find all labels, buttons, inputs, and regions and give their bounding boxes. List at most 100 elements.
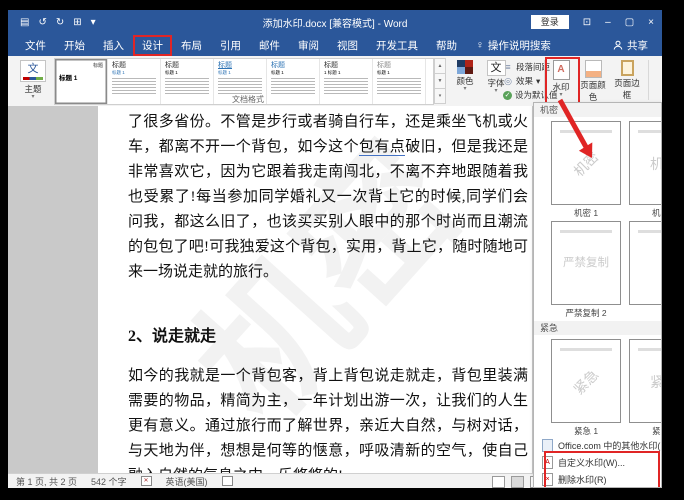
style-card-sub: 标题 1 bbox=[271, 70, 284, 75]
watermark-thumb-jimi2[interactable]: 机密 bbox=[629, 121, 661, 205]
sign-in-button[interactable]: 登录 bbox=[530, 15, 569, 29]
colors-icon bbox=[457, 60, 473, 74]
save-icon[interactable]: ▤ bbox=[20, 17, 29, 28]
thumb-watermark-text: 机密 bbox=[630, 154, 661, 174]
word-window: ▤ ↺ ↻ ⊞ ▾ 添加水印.docx [兼容模式] - Word 登录 ⊡ –… bbox=[8, 10, 662, 488]
lightbulb-icon: ♀ bbox=[476, 39, 484, 51]
minimize-icon[interactable]: – bbox=[605, 17, 611, 28]
tab-developer[interactable]: 开发工具 bbox=[367, 35, 427, 56]
watermark-thumb-jinji2[interactable]: 紧急 bbox=[629, 339, 661, 423]
ribbon-display-options-icon[interactable]: ⊡ bbox=[583, 17, 591, 28]
paragraph-2: 如今的我就是一个背包客，背上背包说走就走，背包里装满 需要的物品，精简为主，一年… bbox=[128, 364, 528, 473]
watermark-menu: Office.com 中的其他水印(M) A 自定义水印(W)... × 删除水… bbox=[534, 437, 661, 487]
title-bar-right: 登录 ⊡ – ▢ × bbox=[530, 15, 654, 29]
chevron-down-icon: ▾ bbox=[31, 94, 35, 100]
watermark-thumb-jimi1[interactable]: 机密 bbox=[551, 121, 621, 205]
watermark-thumb-cut[interactable] bbox=[629, 221, 661, 305]
text-line: 了很多省份。不管是步行或者骑自行车，还是乘坐飞机或火 bbox=[128, 114, 528, 130]
tab-file[interactable]: 文件 bbox=[16, 35, 55, 56]
page-borders-button[interactable]: 页面边框 bbox=[611, 60, 643, 101]
text-line: 问我，都这么旧了，也该买买别人眼中的那个时尚而且潮流 bbox=[128, 214, 528, 230]
print-layout-icon[interactable] bbox=[511, 476, 524, 488]
close-icon[interactable]: × bbox=[648, 17, 654, 28]
custom-watermark-icon: A bbox=[542, 456, 553, 469]
menu-item-remove-watermark[interactable]: × 删除水印(R) bbox=[534, 471, 661, 487]
style-card-sub: 标题 1 bbox=[165, 70, 178, 75]
themes-icon: 文 bbox=[20, 60, 46, 82]
thumb-label: 紧急 1 bbox=[573, 426, 599, 436]
undo-icon[interactable]: ↺ bbox=[38, 17, 46, 28]
thumb-watermark-text: 严禁复制 bbox=[563, 257, 609, 269]
style-card-sub: 标题 1 bbox=[59, 75, 78, 82]
watermark-thumb-jinji1[interactable]: 紧急 bbox=[551, 339, 621, 423]
document-text: 了很多省份。不管是步行或者骑自行车，还是乘坐飞机或火 车，都离不开一个背包，如今… bbox=[128, 110, 528, 473]
menu-item-label: 删除水印(R) bbox=[558, 475, 607, 485]
proofing-icon[interactable]: ✕ bbox=[140, 476, 152, 486]
maximize-icon[interactable]: ▢ bbox=[625, 17, 634, 28]
text-line: 车，都离不开一个背包，如今这个包有点破旧，但是我还是 bbox=[128, 139, 528, 156]
remove-watermark-icon: × bbox=[542, 473, 553, 486]
style-card[interactable]: 标题 标题 1 bbox=[373, 59, 426, 104]
gallery-more-icon[interactable]: ▾ bbox=[434, 89, 446, 104]
underlined-text: 包有点 bbox=[358, 139, 406, 156]
text-line: 的包包了吧!可我独爱这个背包，实用，背上它，随时随地可 bbox=[128, 239, 528, 255]
tab-help[interactable]: 帮助 bbox=[427, 35, 466, 56]
thumb-preview-line bbox=[638, 230, 661, 233]
style-card-title: 标题 bbox=[218, 62, 232, 69]
tab-view[interactable]: 视图 bbox=[328, 35, 367, 56]
thumb-label: 机密 2 bbox=[651, 208, 661, 218]
customize-qat-icon[interactable]: ▾ bbox=[91, 17, 96, 28]
page-color-icon bbox=[584, 60, 602, 78]
gallery-scroll-down-icon[interactable]: ▼ bbox=[434, 74, 446, 89]
text-line: 也受累了!每当参加同学婚礼又一次背上它的时候,同学们会 bbox=[128, 189, 528, 205]
thumb-label: 紧急 2 bbox=[651, 426, 661, 436]
page-color-button[interactable]: 页面颜色 ▾ bbox=[577, 60, 609, 108]
page-indicator[interactable]: 第 1 页, 共 2 页 bbox=[16, 475, 77, 488]
touch-mode-icon[interactable]: ⊞ bbox=[73, 17, 81, 28]
menu-item-custom-watermark[interactable]: A 自定义水印(W)... bbox=[534, 454, 661, 471]
watermark-icon: A bbox=[552, 60, 570, 80]
page-borders-label: 页面边框 bbox=[614, 78, 640, 100]
text-line: 来一场说走就的旅行。 bbox=[128, 264, 279, 280]
group-divider bbox=[544, 60, 545, 100]
watermark-button[interactable]: A 水印 ▾ bbox=[549, 60, 573, 98]
menu-item-more-watermarks[interactable]: Office.com 中的其他水印(M) bbox=[534, 437, 661, 454]
style-card-title: 标题 bbox=[165, 62, 179, 69]
gallery-scroll-up-icon[interactable]: ▲ bbox=[434, 58, 446, 74]
style-card-title: 标题 bbox=[271, 62, 285, 69]
read-mode-icon[interactable] bbox=[492, 476, 505, 488]
effects-label: 效果 bbox=[516, 76, 534, 86]
quick-access-toolbar: ▤ ↺ ↻ ⊞ ▾ bbox=[20, 17, 96, 28]
text-line: 需要的物品，精简为主，一年计划出游一次，让我们的人生 bbox=[128, 393, 528, 409]
gallery-scrollbar: ▲ ▼ ▾ bbox=[434, 58, 446, 104]
tab-layout[interactable]: 布局 bbox=[172, 35, 211, 56]
tab-home[interactable]: 开始 bbox=[55, 35, 94, 56]
watermark-thumb-nocopy2[interactable]: 严禁复制 bbox=[551, 221, 621, 305]
style-card-title: 标题 bbox=[377, 62, 391, 69]
tell-me-search[interactable]: ♀ 操作说明搜索 bbox=[470, 35, 557, 56]
themes-button[interactable]: 文 主题 ▾ bbox=[14, 60, 52, 100]
macro-record-icon[interactable] bbox=[221, 476, 233, 486]
style-card-current[interactable]: 标题 标题 1 bbox=[55, 59, 108, 104]
style-card-sub: 1 标题 1 bbox=[324, 70, 341, 75]
thumb-preview-line bbox=[638, 348, 661, 351]
thumb-watermark-text: 紧急 bbox=[571, 367, 603, 399]
effects-icon: ◎ bbox=[504, 75, 512, 86]
language-indicator[interactable]: 英语(美国) bbox=[166, 475, 208, 488]
paragraph-spacing-icon: ≡ bbox=[505, 62, 511, 72]
style-card-title: 标题 bbox=[324, 62, 338, 69]
tab-insert[interactable]: 插入 bbox=[94, 35, 133, 56]
redo-icon[interactable]: ↻ bbox=[56, 17, 64, 28]
tab-design[interactable]: 设计 bbox=[133, 35, 172, 56]
thumb-watermark-text: 机密 bbox=[571, 149, 603, 181]
tab-mailings[interactable]: 邮件 bbox=[250, 35, 289, 56]
word-count[interactable]: 542 个字 bbox=[91, 475, 127, 488]
document-page[interactable]: 机密 了很多省份。不管是步行或者骑自行车，还是乘坐飞机或火 车，都离不开一个背包… bbox=[98, 106, 532, 473]
screenshot-stage: ▤ ↺ ↻ ⊞ ▾ 添加水印.docx [兼容模式] - Word 登录 ⊡ –… bbox=[0, 0, 684, 500]
check-icon: ✓ bbox=[503, 90, 512, 100]
menu-item-label: Office.com 中的其他水印(M) bbox=[558, 441, 662, 451]
tab-references[interactable]: 引用 bbox=[211, 35, 250, 56]
tab-review[interactable]: 审阅 bbox=[289, 35, 328, 56]
share-button[interactable]: 共享 bbox=[613, 38, 648, 53]
colors-button[interactable]: 颜色 ▾ bbox=[450, 60, 480, 92]
